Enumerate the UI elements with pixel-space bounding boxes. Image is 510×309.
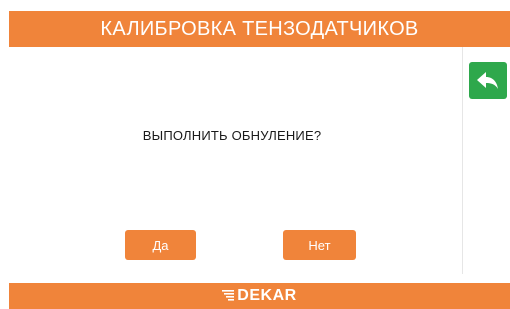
brand-logo: DEKAR bbox=[222, 287, 296, 305]
yes-button-label: Да bbox=[152, 237, 169, 253]
confirm-prompt: ВЫПОЛНИТЬ ОБНУЛЕНИЕ? bbox=[142, 128, 322, 143]
header-bar: КАЛИБРОВКА ТЕНЗОДАТЧИКОВ bbox=[9, 11, 510, 47]
footer-bar: DEKAR bbox=[9, 283, 510, 309]
no-button[interactable]: Нет bbox=[283, 230, 356, 260]
yes-button[interactable]: Да bbox=[125, 230, 196, 260]
no-button-label: Нет bbox=[308, 237, 331, 253]
page-title: КАЛИБРОВКА ТЕНЗОДАТЧИКОВ bbox=[100, 17, 419, 40]
back-button[interactable] bbox=[469, 62, 507, 99]
logo-lines-icon bbox=[222, 290, 235, 301]
undo-arrow-icon bbox=[477, 71, 498, 89]
sidebar-divider bbox=[462, 47, 463, 274]
logo-text: DEKAR bbox=[237, 287, 297, 304]
